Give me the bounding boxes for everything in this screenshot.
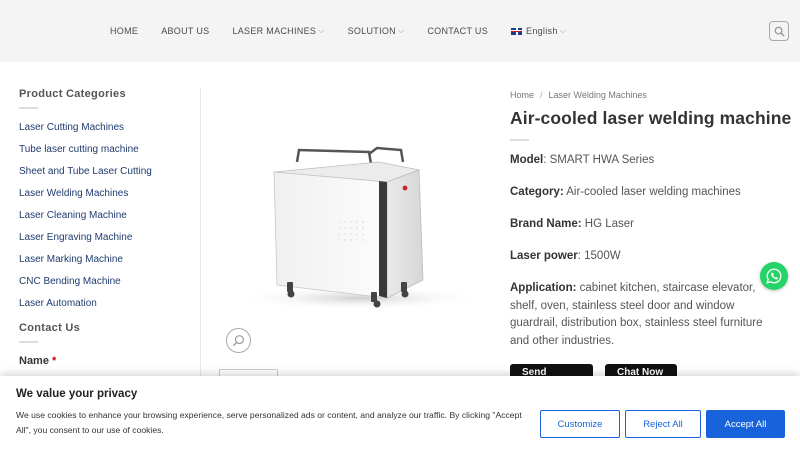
search-icon (774, 26, 785, 37)
sidebar-item-laser-welding[interactable]: Laser Welding Machines (19, 187, 189, 209)
nav-laser-machines-label: LASER MACHINES (232, 26, 317, 36)
language-label: English (526, 26, 558, 36)
contact-us-title: Contact Us (19, 322, 81, 334)
spec-power: Laser power: 1500W (510, 250, 621, 262)
whatsapp-icon (766, 268, 782, 284)
spec-category-label: Category: (510, 186, 564, 198)
zoom-in-icon (232, 335, 244, 347)
whatsapp-button[interactable] (760, 262, 788, 290)
required-mark: * (52, 355, 57, 367)
sidebar-item-tube-laser-cutting[interactable]: Tube laser cutting machine (19, 143, 189, 165)
accept-all-button[interactable]: Accept All (706, 410, 785, 438)
uk-flag-icon (511, 27, 523, 35)
sidebar-item-laser-cutting[interactable]: Laser Cutting Machines (19, 121, 189, 143)
breadcrumb-home[interactable]: Home (510, 90, 534, 100)
title-divider (510, 139, 529, 141)
nav-solution-label: SOLUTION (347, 26, 396, 36)
zoom-button[interactable] (226, 328, 251, 353)
sidebar-item-cnc-bending[interactable]: CNC Bending Machine (19, 275, 189, 297)
spec-category: Category: Air-cooled laser welding machi… (510, 186, 741, 198)
spec-power-label: Laser power (510, 250, 578, 262)
welding-machine-illustration (234, 146, 484, 310)
nav-home-label: HOME (110, 26, 139, 36)
nav-about-us[interactable]: ABOUT US (161, 26, 209, 36)
product-info: Home / Laser Welding Machines Air-cooled… (510, 90, 792, 380)
chevron-down-icon: ⌵ (397, 26, 405, 35)
search-button[interactable] (769, 21, 789, 41)
language-selector[interactable]: English ⌵ (511, 26, 566, 36)
nav-home[interactable]: HOME (110, 26, 138, 36)
cookie-text: We use cookies to enhance your browsing … (16, 410, 522, 435)
sidebar-item-laser-cleaning[interactable]: Laser Cleaning Machine (19, 209, 189, 231)
spec-brand: Brand Name: HG Laser (510, 218, 634, 230)
sidebar-item-laser-engraving[interactable]: Laser Engraving Machine (19, 231, 189, 253)
category-list: Laser Cutting Machines Tube laser cuttin… (19, 121, 189, 319)
nav-contact-us[interactable]: CONTACT US (427, 26, 488, 36)
chevron-down-icon: ⌵ (318, 26, 325, 35)
sidebar-item-laser-automation[interactable]: Laser Automation (19, 297, 189, 319)
name-label-text: Name (19, 355, 49, 367)
name-field-label: Name * (19, 355, 189, 367)
customize-button[interactable]: Customize (540, 410, 620, 438)
cookie-title: We value your privacy (16, 388, 138, 400)
spec-model-value: : SMART HWA Series (543, 154, 655, 166)
page-title: Air-cooled laser welding machine (510, 108, 792, 128)
spec-application: Application: cabinet kitchen, staircase … (510, 280, 772, 350)
nav-about-label: ABOUT US (161, 26, 210, 36)
spec-brand-label: Brand Name: (510, 218, 582, 230)
spec-brand-value: HG Laser (581, 218, 634, 230)
chevron-down-icon: ⌵ (559, 26, 567, 35)
spec-category-value: Air-cooled laser welding machines (563, 186, 741, 198)
sidebar-item-sheet-tube-cutting[interactable]: Sheet and Tube Laser Cutting (19, 165, 189, 187)
main-nav: HOME ABOUT US LASER MACHINES ⌵ SOLUTION ⌵ … (110, 0, 589, 62)
contact-divider (19, 341, 38, 343)
sidebar-item-laser-marking[interactable]: Laser Marking Machine (19, 253, 189, 275)
nav-solution[interactable]: SOLUTION ⌵ (348, 26, 405, 36)
breadcrumb: Home / Laser Welding Machines (510, 90, 780, 100)
reject-all-button[interactable]: Reject All (625, 410, 701, 438)
title-divider (19, 107, 38, 109)
nav-contact-label: CONTACT US (427, 26, 489, 36)
product-image[interactable] (219, 110, 491, 360)
nav-laser-machines[interactable]: LASER MACHINES ⌵ (232, 26, 324, 36)
spec-model: Model: SMART HWA Series (510, 154, 654, 166)
product-categories-title: Product Categories (19, 88, 126, 100)
spec-power-value: : 1500W (577, 250, 621, 262)
breadcrumb-laser-welding[interactable]: Laser Welding Machines (549, 90, 647, 100)
breadcrumb-separator: / (540, 90, 543, 100)
sidebar: Product Categories Laser Cutting Machine… (19, 88, 189, 367)
cookie-banner: We value your privacy We use cookies to … (0, 376, 800, 450)
spec-model-label: Model (510, 154, 544, 166)
spec-application-label: Application: (510, 282, 577, 294)
site-header: HOME ABOUT US LASER MACHINES ⌵ SOLUTION ⌵ … (0, 0, 800, 62)
column-divider (200, 88, 201, 378)
